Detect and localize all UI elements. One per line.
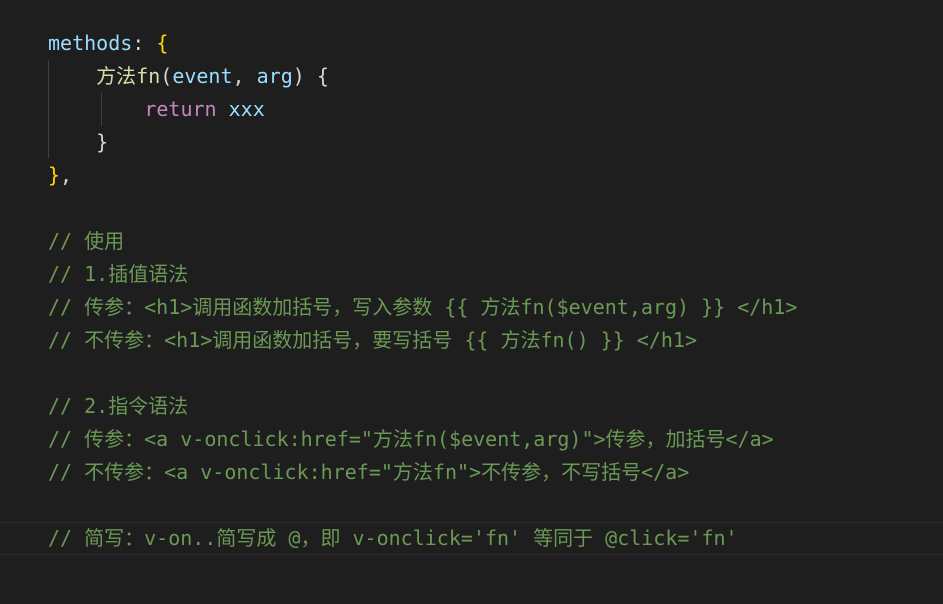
- token-kw-prop: methods: [48, 31, 133, 55]
- code-line-l5[interactable]: },: [48, 159, 72, 192]
- token-punc: }: [48, 130, 109, 154]
- code-line-l13[interactable]: // 传参：<a v-onclick:href="方法fn($event,arg…: [48, 423, 774, 456]
- token-punc: [48, 97, 144, 121]
- code-line-l4[interactable]: }: [48, 126, 108, 159]
- token-brace: {: [156, 31, 169, 55]
- token-punc: (: [160, 64, 173, 88]
- token-param: event: [172, 64, 233, 88]
- code-line-l12[interactable]: // 2.指令语法: [48, 390, 188, 423]
- token-cmt: // 不传参：<h1>调用函数加括号，要写括号 {{ 方法fn() }} </h…: [48, 328, 697, 352]
- code-line-l2[interactable]: 方法fn(event, arg) {: [48, 60, 329, 93]
- token-brace: }: [48, 163, 61, 187]
- code-line-l3[interactable]: return xxx: [48, 93, 265, 126]
- token-punc: ,: [60, 163, 73, 187]
- token-cmt: // 1.插值语法: [48, 262, 189, 286]
- code-line-l1[interactable]: methods: {: [48, 27, 168, 60]
- token-punc: :: [132, 31, 157, 55]
- token-cmt: // 不传参：<a v-onclick:href="方法fn">不传参，不写括号…: [48, 460, 690, 484]
- token-cmt: // 传参：<h1>调用函数加括号，写入参数 {{ 方法fn($event,ar…: [48, 295, 798, 319]
- token-cmt: // 简写：v-on..简写成 @，即 v-onclick='fn' 等同于 @…: [48, 526, 738, 550]
- token-var: xxx: [228, 97, 265, 121]
- code-line-l7[interactable]: // 使用: [48, 225, 124, 258]
- token-punc: [217, 97, 229, 121]
- token-punc: ,: [232, 64, 257, 88]
- token-ctrl: return: [144, 97, 217, 121]
- token-punc: [48, 64, 96, 88]
- code-line-l16[interactable]: // 简写：v-on..简写成 @，即 v-onclick='fn' 等同于 @…: [48, 522, 738, 555]
- code-line-l14[interactable]: // 不传参：<a v-onclick:href="方法fn">不传参，不写括号…: [48, 456, 689, 489]
- code-editor[interactable]: methods: { 方法fn(event, arg) { return xxx…: [0, 0, 943, 604]
- code-line-l10[interactable]: // 不传参：<h1>调用函数加括号，要写括号 {{ 方法fn() }} </h…: [48, 324, 697, 357]
- token-punc: ) {: [292, 64, 329, 88]
- token-cmt: // 2.指令语法: [48, 394, 189, 418]
- token-cmt: // 传参：<a v-onclick:href="方法fn($event,arg…: [48, 427, 774, 451]
- token-param: arg: [256, 64, 293, 88]
- token-cmt: // 使用: [48, 229, 125, 253]
- code-line-l9[interactable]: // 传参：<h1>调用函数加括号，写入参数 {{ 方法fn($event,ar…: [48, 291, 797, 324]
- token-fn: 方法fn: [96, 64, 161, 88]
- code-line-l8[interactable]: // 1.插值语法: [48, 258, 188, 291]
